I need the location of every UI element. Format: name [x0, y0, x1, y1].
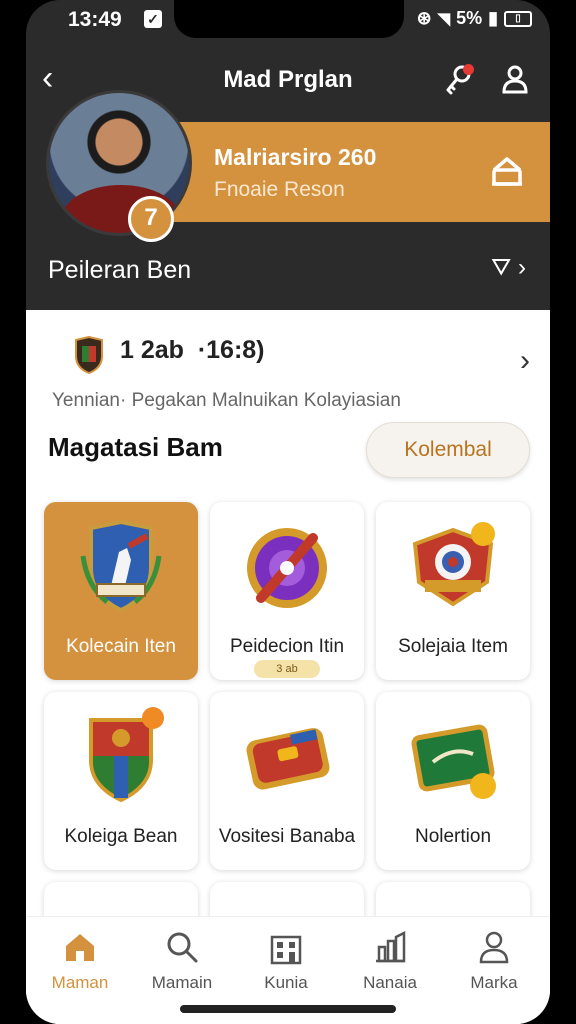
bottom-nav: Maman Mamain Kunia Nanaia Marka — [26, 916, 550, 1024]
person-icon — [479, 931, 509, 964]
search-icon — [167, 932, 198, 963]
nav-label: Marka — [470, 973, 518, 992]
chevron-right-icon[interactable]: › — [520, 344, 530, 378]
green-box-icon — [411, 724, 496, 799]
subrow-label: Peileran Ben — [48, 256, 192, 284]
home-icon — [66, 934, 94, 961]
item-label: Solejaia Item — [398, 636, 508, 657]
nav-label: Nanaia — [363, 973, 417, 992]
red-wallet-icon — [246, 728, 330, 790]
stats-value: 1 2ab ·16:8) — [120, 336, 265, 364]
section-title: Magatasi Bam — [48, 432, 223, 462]
profile-subrow[interactable]: Peileran Ben ⛛ › — [26, 250, 550, 290]
crest-shield-icon — [80, 519, 162, 613]
status-indicators: ⊛ ◥ 5% ▮ ▯ — [417, 8, 532, 29]
sim-icon: ▮ — [488, 8, 498, 28]
club-shield-icon — [75, 336, 103, 374]
wifi-icon: ◥ — [437, 10, 451, 28]
home-indicator[interactable] — [180, 1005, 396, 1013]
section-action-button[interactable]: Kolembal — [366, 422, 530, 478]
phone-screen: 13:49 ✓ ⊛ ◥ 5% ▮ ▯ ‹ Mad Prglan 7 Malria… — [26, 0, 550, 1024]
nav-item-search[interactable]: Mamain — [130, 929, 234, 999]
nav-item-profile[interactable]: Marka — [442, 929, 546, 999]
nav-item-home[interactable]: Maman — [28, 929, 132, 999]
battery-icon: ▯ — [504, 10, 532, 27]
item-card[interactable]: Peidecion Itin 3 ab — [210, 502, 364, 680]
user-icon[interactable] — [498, 62, 532, 96]
target-badge-icon — [412, 522, 495, 607]
item-label: Peidecion Itin — [229, 636, 345, 657]
edit-badge[interactable]: 7 — [128, 196, 174, 242]
nav-item-building[interactable]: Kunia — [234, 929, 338, 999]
item-label: Kolecain Iten — [66, 636, 176, 657]
battery-percent: 5% — [456, 8, 483, 28]
item-card[interactable]: Nolertion — [376, 692, 530, 870]
share-icon[interactable]: ⛛ › — [491, 254, 526, 282]
item-card[interactable]: Kolecain Iten — [44, 502, 198, 680]
item-label: Koleiga Bean — [64, 826, 178, 847]
key-icon[interactable] — [442, 62, 476, 96]
nav-item-stats[interactable]: Nanaia — [338, 929, 442, 999]
camera-notch — [174, 0, 404, 38]
item-card[interactable]: Koleiga Bean — [44, 692, 198, 870]
red-shield-icon — [89, 707, 164, 803]
item-label: Nolertion — [414, 826, 492, 847]
dnd-icon: ⊛ — [416, 8, 432, 28]
item-card[interactable]: Vositesi Banaba — [210, 692, 364, 870]
notification-icon: ✓ — [144, 10, 162, 28]
item-card[interactable]: Solejaia Item — [376, 502, 530, 680]
house-icon[interactable] — [486, 150, 528, 192]
profile-subtitle: Fnoaie Reson — [214, 178, 345, 201]
chart-icon — [376, 930, 406, 963]
status-time: 13:49 — [68, 8, 122, 31]
item-tag: 3 ab — [254, 660, 320, 678]
status-bar: 13:49 ✓ ⊛ ◥ 5% ▮ ▯ — [26, 0, 550, 40]
nav-label: Kunia — [264, 973, 308, 992]
item-label: Vositesi Banaba — [218, 826, 356, 847]
building-icon — [270, 935, 302, 965]
stats-subtitle: Yennian· Pegakan Malnuikan Kolayiasian — [52, 390, 401, 411]
notification-dot — [463, 64, 474, 75]
nav-label: Maman — [51, 973, 109, 992]
profile-name: Malriarsiro 260 — [214, 144, 377, 170]
stats-row[interactable]: 1 2ab ·16:8) Yennian· Pegakan Malnuikan … — [52, 332, 530, 412]
purple-medal-icon — [247, 528, 327, 608]
nav-label: Mamain — [151, 973, 213, 992]
